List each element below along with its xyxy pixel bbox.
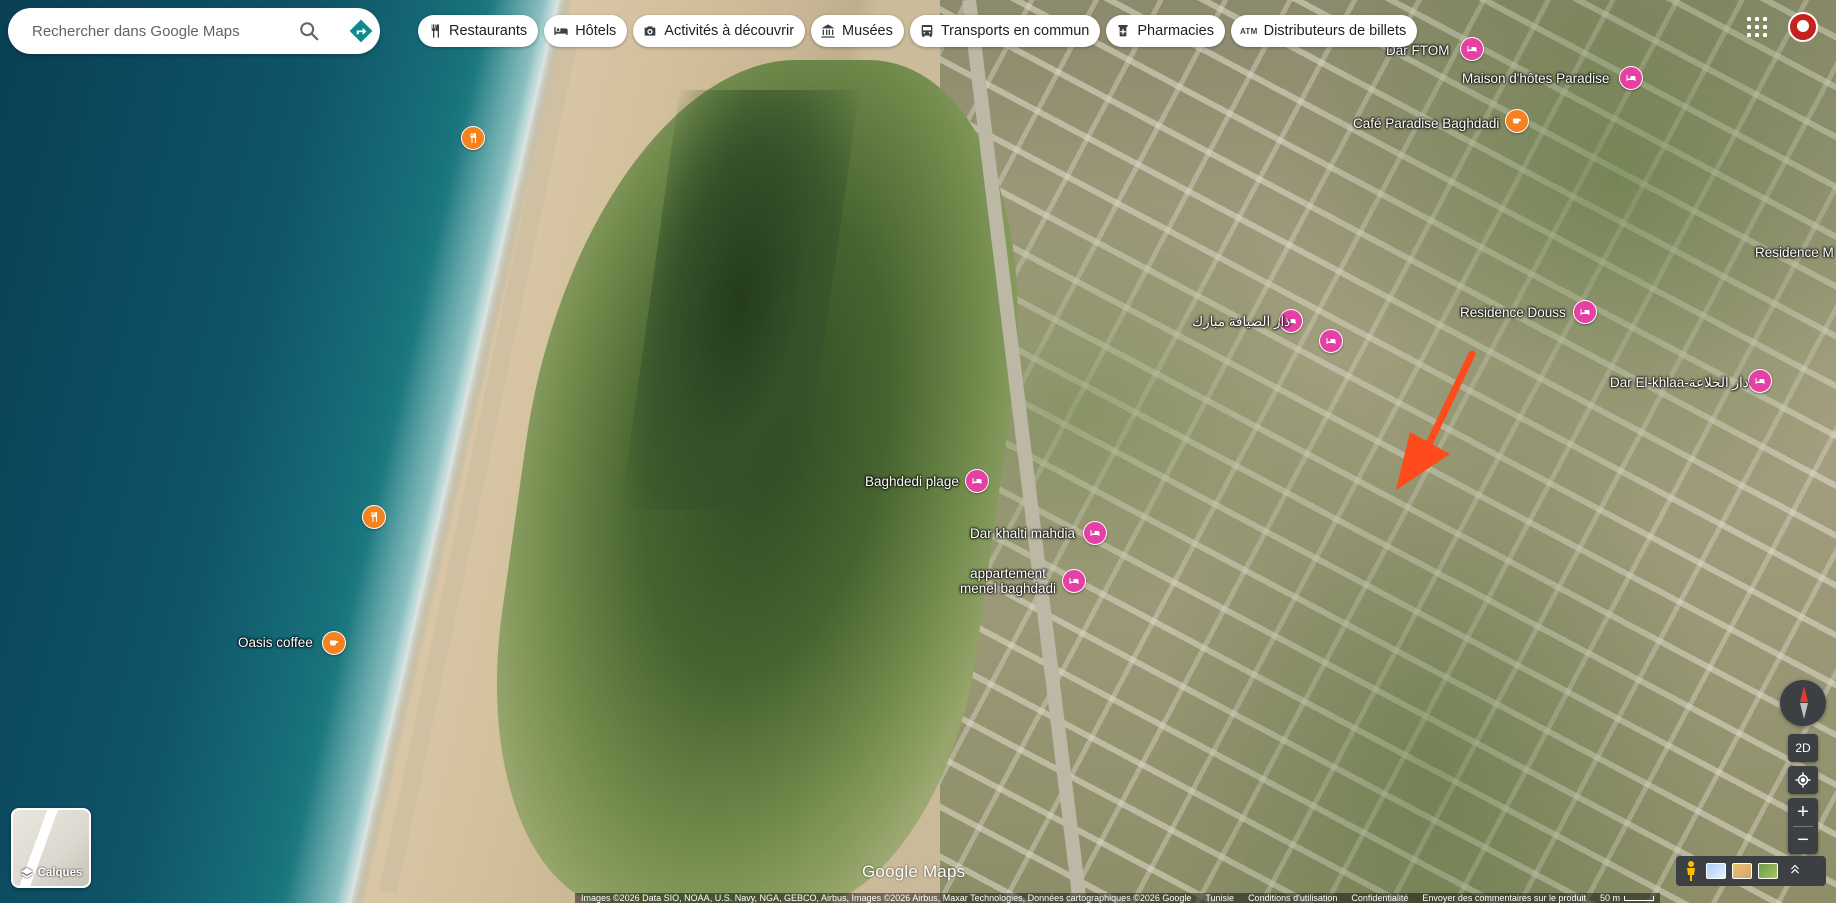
chip-restaurants[interactable]: Restaurants xyxy=(418,15,539,47)
chip-transit[interactable]: Transports en commun xyxy=(909,15,1101,47)
restaurant-pin[interactable] xyxy=(322,631,346,655)
feedback-link[interactable]: Envoyer des commentaires sur le produit xyxy=(1422,893,1586,903)
chip-pharmacies[interactable]: Pharmacies xyxy=(1106,15,1225,47)
hotel-pin[interactable] xyxy=(1748,369,1772,393)
layers-label-group: Calques xyxy=(13,866,89,880)
attribution-bar: Images ©2026 Data SIO, NOAA, U.S. Navy, … xyxy=(575,893,1660,903)
layers-icon xyxy=(20,867,33,878)
hotel-pin[interactable] xyxy=(1083,521,1107,545)
chip-label: Musées xyxy=(842,23,893,39)
google-maps-logo: Google Maps xyxy=(862,862,966,881)
imagery-thumbnail[interactable] xyxy=(1706,863,1726,879)
satellite-map[interactable]: Dar FTOM Maison d'hôtes Paradise Café Pa… xyxy=(0,0,1836,903)
imagery-thumbnail[interactable] xyxy=(1758,863,1778,879)
chip-hotels[interactable]: Hôtels xyxy=(544,15,628,47)
layers-button[interactable]: Calques xyxy=(11,808,91,888)
account-avatar[interactable] xyxy=(1788,12,1818,42)
street-view-pegman-icon[interactable] xyxy=(1682,860,1700,882)
camera-icon xyxy=(642,23,658,39)
chip-label: Activités à découvrir xyxy=(664,23,795,39)
red-arrow-annotation xyxy=(1396,350,1476,490)
place-label[interactable]: Baghdedi plage xyxy=(865,474,959,489)
place-label[interactable]: appartement menel baghdadi xyxy=(958,566,1058,596)
chip-label: Hôtels xyxy=(575,23,617,39)
bed-icon xyxy=(1326,338,1336,344)
museum-icon xyxy=(820,23,836,39)
restaurant-pin[interactable] xyxy=(362,505,386,529)
privacy-link[interactable]: Confidentialité xyxy=(1351,893,1408,903)
chip-label: Distributeurs de billets xyxy=(1263,23,1407,39)
bed-icon xyxy=(1580,309,1590,315)
hotel-pin[interactable] xyxy=(1619,66,1643,90)
compass-north-needle xyxy=(1800,686,1808,702)
terms-link[interactable]: Conditions d'utilisation xyxy=(1248,893,1337,903)
place-label[interactable]: Dar khalti mahdia xyxy=(970,526,1075,541)
chip-activities[interactable]: Activités à découvrir xyxy=(633,15,806,47)
hotel-pin[interactable] xyxy=(1460,37,1484,61)
bed-icon xyxy=(1090,530,1100,536)
pharmacy-icon xyxy=(1115,23,1131,39)
imagery-credits: Images ©2026 Data SIO, NOAA, U.S. Navy, … xyxy=(581,893,1192,903)
zoom-out-button[interactable]: − xyxy=(1788,827,1818,855)
bed-icon xyxy=(972,478,982,484)
place-label[interactable]: Oasis coffee xyxy=(238,635,313,650)
place-label[interactable]: Café Paradise Baghdadi xyxy=(1353,116,1499,131)
hotel-pin[interactable] xyxy=(965,469,989,493)
chip-museums[interactable]: Musées xyxy=(811,15,904,47)
restaurant-pin[interactable] xyxy=(461,126,485,150)
place-label[interactable]: Residence M xyxy=(1755,245,1834,260)
place-label[interactable]: دار الضيافة مبارك xyxy=(1192,314,1290,329)
my-location-button[interactable] xyxy=(1788,766,1818,794)
bed-icon xyxy=(553,23,569,39)
place-label[interactable]: Maison d'hôtes Paradise xyxy=(1462,71,1609,86)
hotel-pin[interactable] xyxy=(1319,329,1343,353)
compass-button[interactable] xyxy=(1780,680,1826,726)
bed-icon xyxy=(1467,46,1477,52)
place-label[interactable]: Residence Douss xyxy=(1460,305,1566,320)
atm-icon: ATM xyxy=(1239,26,1258,36)
bed-icon xyxy=(1626,75,1636,81)
layers-label: Calques xyxy=(37,867,83,879)
chip-label: Restaurants xyxy=(449,23,528,39)
directions-icon[interactable] xyxy=(348,18,374,44)
imagery-toolbar xyxy=(1676,856,1826,886)
search-icon[interactable] xyxy=(298,20,320,42)
expand-up-icon[interactable] xyxy=(1788,862,1802,881)
hotel-pin[interactable] xyxy=(1062,569,1086,593)
coffee-icon xyxy=(330,640,338,646)
compass-south-needle xyxy=(1800,703,1808,719)
bed-icon xyxy=(1069,578,1079,584)
country-link[interactable]: Tunisie xyxy=(1205,893,1234,903)
apps-grid-icon[interactable] xyxy=(1744,14,1768,38)
search-box[interactable] xyxy=(8,8,380,54)
fork-knife-icon xyxy=(470,133,476,143)
category-chips: Restaurants Hôtels Activités à découvrir… xyxy=(418,15,1418,47)
search-input[interactable] xyxy=(30,21,284,41)
scale-bar-line xyxy=(1623,895,1654,901)
fork-knife-icon xyxy=(427,23,443,39)
imagery-thumbnail[interactable] xyxy=(1732,863,1752,879)
chip-label: Pharmacies xyxy=(1137,23,1214,39)
zoom-in-button[interactable]: + xyxy=(1788,798,1818,826)
zoom-control: + − xyxy=(1788,798,1818,854)
place-label[interactable]: Dar El-khlaa-دار الخلاعة xyxy=(1610,375,1749,390)
chip-label: Transports en commun xyxy=(940,23,1090,39)
chip-atm[interactable]: ATM Distributeurs de billets xyxy=(1230,15,1418,47)
bed-icon xyxy=(1755,378,1765,384)
location-crosshair-icon xyxy=(1795,772,1811,788)
coffee-icon xyxy=(1513,118,1521,124)
toggle-2d-button[interactable]: 2D xyxy=(1788,734,1818,762)
scale-label: 50 m xyxy=(1599,893,1620,903)
fork-knife-icon xyxy=(371,512,377,522)
restaurant-pin[interactable] xyxy=(1505,109,1529,133)
scale-bar[interactable]: 50 m xyxy=(1600,893,1654,903)
hotel-pin[interactable] xyxy=(1573,300,1597,324)
bus-icon xyxy=(919,23,935,39)
